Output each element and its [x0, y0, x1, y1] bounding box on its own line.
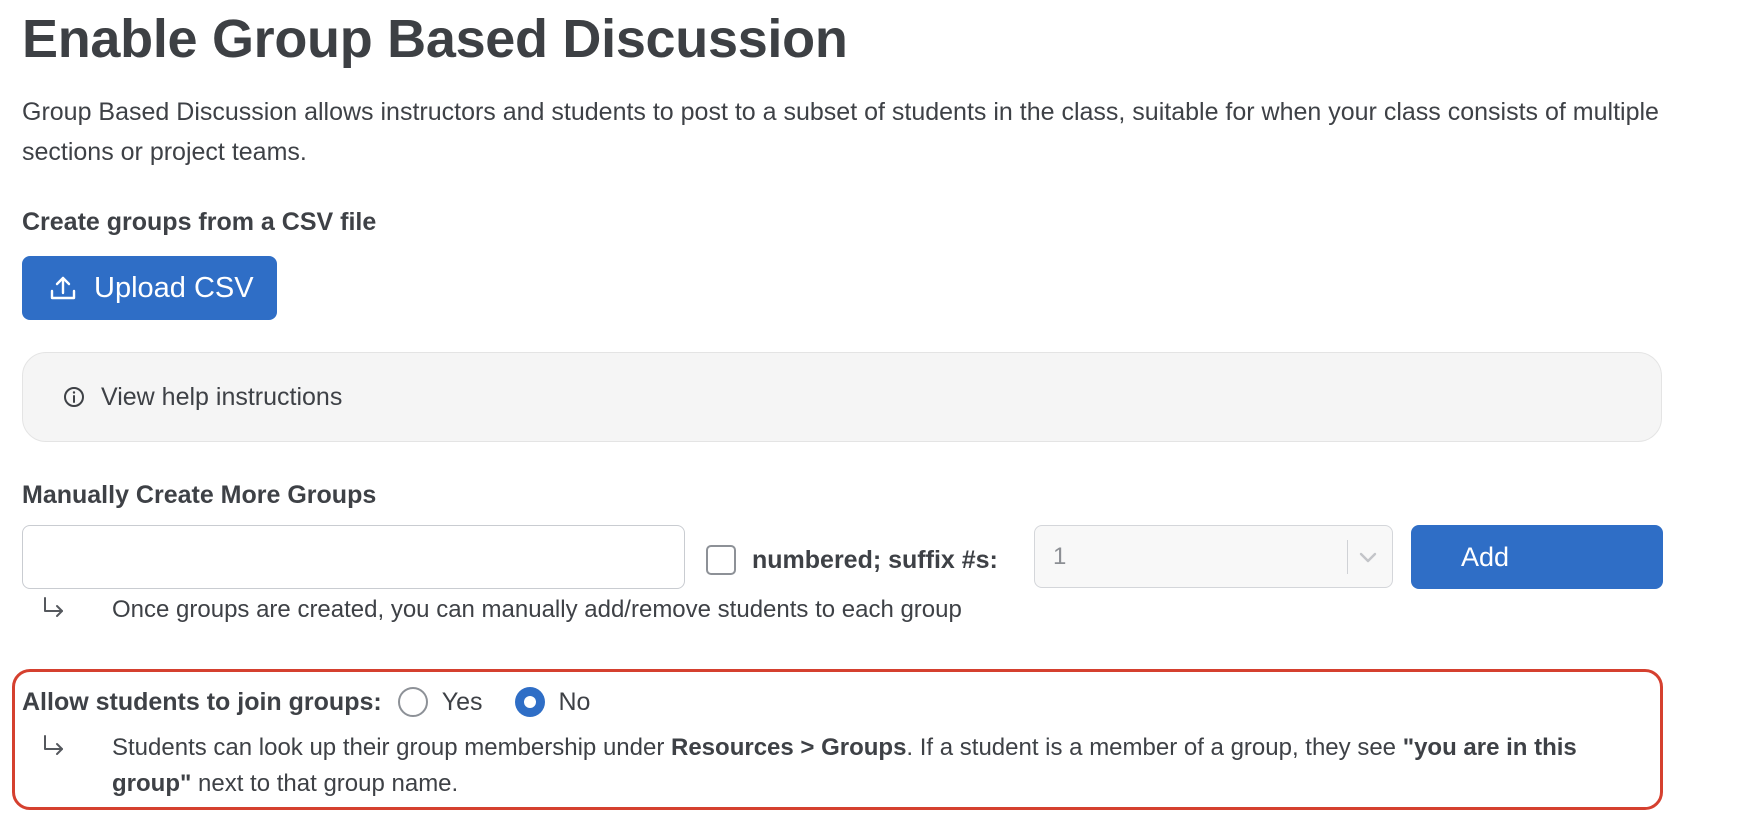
group-name-input[interactable] — [22, 525, 685, 589]
join-hint-bold1: Resources > Groups — [671, 734, 907, 761]
join-no-label[interactable]: No — [559, 688, 591, 717]
add-group-button[interactable]: Add — [1411, 525, 1663, 589]
join-yes-radio[interactable] — [397, 687, 428, 717]
join-yes-label[interactable]: Yes — [442, 688, 483, 717]
help-instructions-label: View help instructions — [101, 382, 343, 411]
numbered-checkbox[interactable] — [706, 545, 736, 575]
radio-dot — [523, 696, 536, 708]
return-arrow-icon — [40, 594, 68, 622]
select-divider — [1347, 540, 1348, 574]
csv-section-label: Create groups from a CSV file — [22, 208, 377, 236]
join-hint-part3: next to that group name. — [191, 770, 459, 797]
manual-hint-text: Once groups are created, you can manuall… — [112, 596, 962, 623]
return-arrow-icon — [40, 732, 68, 760]
upload-csv-label: Upload CSV — [94, 271, 254, 304]
upload-icon — [48, 273, 78, 303]
manual-section-label: Manually Create More Groups — [22, 481, 377, 509]
info-icon — [63, 386, 85, 408]
help-instructions-toggle[interactable]: View help instructions — [22, 352, 1662, 442]
join-no-radio[interactable] — [514, 687, 545, 717]
join-hint-part2: . If a student is a member of a group, t… — [906, 734, 1403, 761]
intro-text: Group Based Discussion allows instructor… — [22, 98, 1659, 166]
join-hint-part1: Students can look up their group members… — [112, 734, 671, 761]
join-hint: Students can look up their group members… — [40, 730, 1640, 802]
suffix-select-value: 1 — [1053, 543, 1067, 570]
join-groups-row: Allow students to join groups: Yes No — [22, 684, 590, 720]
manual-hint: Once groups are created, you can manuall… — [40, 592, 962, 628]
page-title: Enable Group Based Discussion — [22, 9, 848, 69]
numbered-label: numbered; suffix #s: — [752, 546, 998, 574]
join-groups-label: Allow students to join groups: — [22, 687, 382, 716]
chevron-down-icon — [1354, 543, 1382, 571]
upload-csv-button[interactable]: Upload CSV — [22, 256, 277, 320]
join-hint-text: Students can look up their group members… — [112, 730, 1622, 802]
suffix-select[interactable]: 1 — [1034, 525, 1393, 588]
